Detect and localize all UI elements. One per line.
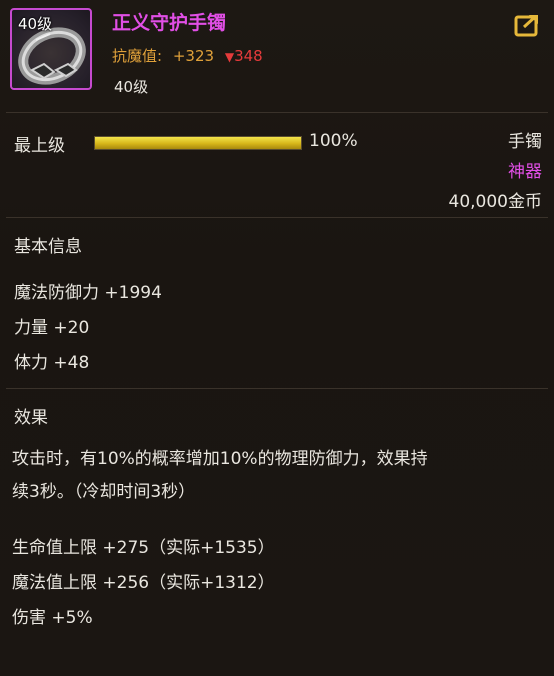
effect-title: 效果 — [14, 408, 48, 428]
item-header: 40级 正义守护手镯 抗魔值: +323 ▼348 40级 — [0, 0, 554, 112]
effect-stat-list: 生命值上限 +275（实际+1535） 魔法值上限 +256（实际+1312） … — [0, 531, 554, 636]
item-name: 正义守护手镯 — [112, 12, 227, 34]
effect-stat-mp: 魔法值上限 +256（实际+1312） — [12, 573, 275, 593]
required-level: 40级 — [114, 78, 149, 96]
grade-percent: 100% — [309, 131, 358, 151]
stat-magic-defense: 魔法防御力 +1994 — [14, 283, 162, 303]
effect-description-line: 续3秒。（冷却时间3秒） — [12, 482, 196, 502]
item-price: 40,000金币 — [448, 192, 542, 212]
basic-stat-list: 魔法防御力 +1994 力量 +20 体力 +48 — [0, 276, 554, 381]
item-rarity: 神器 — [508, 162, 542, 182]
share-icon — [514, 14, 538, 37]
effect-stat-damage: 伤害 +5% — [12, 608, 93, 628]
grade-label: 最上级 — [14, 136, 65, 156]
item-tooltip-panel: 40级 正义守护手镯 抗魔值: +323 ▼348 40级 最上级 100% 手… — [0, 0, 554, 676]
stat-strength: 力量 +20 — [14, 318, 90, 338]
basic-info-section: 基本信息 魔法防御力 +1994 力量 +20 体力 +48 — [0, 218, 554, 388]
grade-bar — [94, 136, 302, 150]
resist-compare-value: 348 — [234, 47, 263, 65]
decrease-arrow-icon: ▼ — [224, 50, 235, 64]
grade-section: 最上级 100% 手镯 神器 40,000金币 — [0, 113, 554, 217]
basic-info-title: 基本信息 — [14, 237, 82, 257]
resist-row: 抗魔值: +323 ▼348 — [112, 45, 263, 66]
share-button[interactable] — [514, 12, 542, 38]
resist-label: 抗魔值: — [112, 47, 163, 65]
effect-description-line: 攻击时，有10%的概率增加10%的物理防御力，效果持 — [12, 449, 428, 469]
resist-value: +323 — [172, 47, 215, 65]
grade-bar-fill — [95, 137, 301, 149]
stat-vitality: 体力 +48 — [14, 353, 90, 373]
bracelet-icon[interactable]: 40级 — [10, 8, 92, 90]
effect-stat-hp: 生命值上限 +275（实际+1535） — [12, 538, 275, 558]
item-level-badge: 40级 — [18, 15, 53, 33]
effect-description: 攻击时，有10%的概率增加10%的物理防御力，效果持 续3秒。（冷却时间3秒） — [0, 431, 554, 509]
effect-section: 效果 攻击时，有10%的概率增加10%的物理防御力，效果持 续3秒。（冷却时间3… — [0, 389, 554, 636]
resist-compare: ▼348 — [225, 47, 263, 65]
item-type: 手镯 — [508, 132, 542, 152]
